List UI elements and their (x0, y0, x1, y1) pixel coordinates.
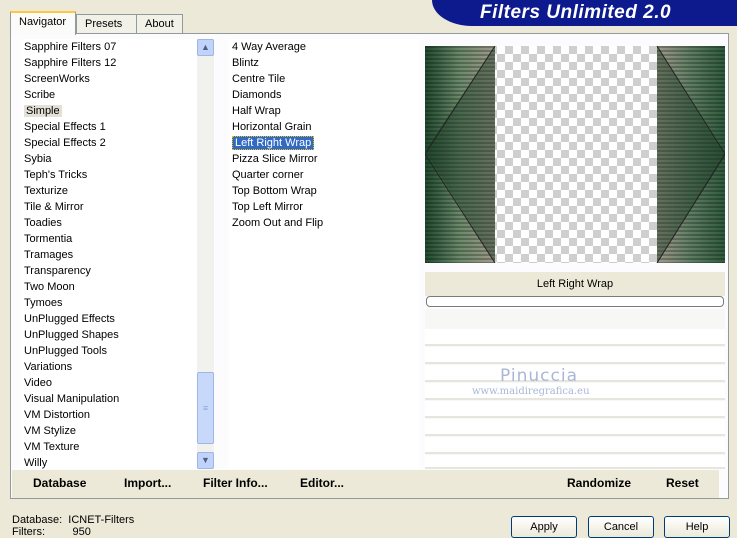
right-wrap-pattern (656, 45, 726, 264)
category-item[interactable]: Tile & Mirror (21, 199, 197, 215)
category-item[interactable]: Willy (21, 455, 197, 471)
filter-item[interactable]: 4 Way Average (229, 39, 419, 55)
filter-preview (424, 45, 726, 264)
category-item[interactable]: Tramages (21, 247, 197, 263)
category-item[interactable]: Transparency (21, 263, 197, 279)
reset-button[interactable]: Reset (666, 476, 699, 490)
category-item[interactable]: Toadies (21, 215, 197, 231)
preview-image (424, 45, 726, 264)
filter-list: 4 Way Average Blintz Centre Tile Diamonds Ha… (229, 39, 419, 469)
tab-about[interactable]: About (136, 14, 183, 34)
cancel-button[interactable]: Cancel (588, 516, 654, 538)
filter-item[interactable]: Quarter corner (229, 167, 419, 183)
import-button[interactable]: Import... (124, 476, 171, 490)
left-wrap-pattern (424, 45, 496, 264)
category-item[interactable]: VM Distortion (21, 407, 197, 423)
tab-presets[interactable]: Presets (76, 14, 137, 34)
progress-bar (426, 296, 724, 307)
filter-item[interactable]: Top Left Mirror (229, 199, 419, 215)
category-item[interactable]: Tymoes (21, 295, 197, 311)
status-filters-label: Filters: (12, 526, 45, 538)
parameter-slot (425, 419, 725, 436)
parameter-slot (425, 437, 725, 454)
category-item[interactable]: VM Stylize (21, 423, 197, 439)
category-item[interactable]: Texturize (21, 183, 197, 199)
category-item[interactable]: UnPlugged Shapes (21, 327, 197, 343)
action-bar: Database Import... Filter Info... Editor… (12, 470, 719, 498)
category-item[interactable]: Special Effects 1 (21, 119, 197, 135)
category-item[interactable]: Video (21, 375, 197, 391)
status-database-label: Database: (12, 514, 63, 526)
app-title: Filters Unlimited 2.0 (432, 0, 737, 26)
filter-item[interactable]: Top Bottom Wrap (229, 183, 419, 199)
category-item[interactable]: Teph's Tricks (21, 167, 197, 183)
category-list: Sapphire Filters 07 Sapphire Filters 12 Sc… (21, 39, 197, 469)
category-item[interactable]: Sybia (21, 151, 197, 167)
filter-item[interactable]: Left Right Wrap (229, 135, 419, 151)
tab-navigator[interactable]: Navigator (10, 11, 76, 35)
watermark-name: Pinuccia (500, 366, 578, 386)
database-button[interactable]: Database (33, 476, 86, 490)
category-item[interactable]: Variations (21, 359, 197, 375)
category-item[interactable]: UnPlugged Effects (21, 311, 197, 327)
filter-item[interactable]: Half Wrap (229, 103, 419, 119)
filter-item[interactable]: Pizza Slice Mirror (229, 151, 419, 167)
filter-item[interactable]: Centre Tile (229, 71, 419, 87)
parameter-slot (425, 455, 725, 469)
filter-item[interactable]: Zoom Out and Flip (229, 215, 419, 231)
status-filters-value: 950 (72, 526, 91, 538)
scroll-thumb[interactable]: ≡ (197, 372, 214, 444)
status-filters: Filters: 950 (12, 526, 91, 538)
status-database-value: ICNET-Filters (68, 514, 135, 526)
randomize-button[interactable]: Randomize (567, 476, 631, 490)
parameter-slot (425, 401, 725, 418)
filter-item[interactable]: Blintz (229, 55, 419, 71)
watermark-url: www.maidiregrafica.eu (472, 386, 590, 397)
category-item[interactable]: Tormentia (21, 231, 197, 247)
category-item[interactable]: Two Moon (21, 279, 197, 295)
category-item[interactable]: Sapphire Filters 07 (21, 39, 197, 55)
parameter-slot (425, 347, 725, 364)
category-item-selected[interactable]: Simple (24, 105, 62, 117)
parameter-slot (425, 329, 725, 346)
category-item[interactable]: Scribe (21, 87, 197, 103)
filter-item[interactable]: Diamonds (229, 87, 419, 103)
category-scrollbar[interactable]: ▲ ≡ ▼ (197, 39, 214, 469)
category-item[interactable]: Sapphire Filters 12 (21, 55, 197, 71)
apply-button[interactable]: Apply (511, 516, 577, 538)
chevron-up-icon[interactable]: ▲ (197, 39, 214, 56)
category-item[interactable]: UnPlugged Tools (21, 343, 197, 359)
filter-item[interactable]: Horizontal Grain (229, 119, 419, 135)
category-item[interactable]: ScreenWorks (21, 71, 197, 87)
grip-icon: ≡ (202, 403, 209, 413)
filter-item-selected[interactable]: Left Right Wrap (232, 136, 315, 150)
category-item[interactable]: Visual Manipulation (21, 391, 197, 407)
category-item[interactable]: Simple (21, 103, 197, 119)
preview-filter-name: Left Right Wrap (425, 272, 725, 296)
category-item[interactable]: Special Effects 2 (21, 135, 197, 151)
editor-button[interactable]: Editor... (300, 476, 344, 490)
chevron-down-icon[interactable]: ▼ (197, 452, 214, 469)
status-database: Database: ICNET-Filters (12, 514, 134, 526)
category-item[interactable]: VM Texture (21, 439, 197, 455)
filter-info-button[interactable]: Filter Info... (203, 476, 268, 490)
help-button[interactable]: Help (664, 516, 730, 538)
